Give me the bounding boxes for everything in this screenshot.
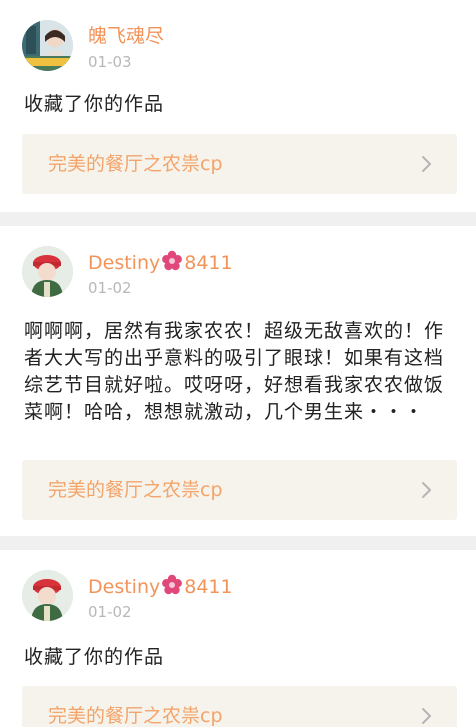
chevron-right-icon [422,708,431,724]
comment-date: 01-02 [88,603,132,621]
comment-text: 收藏了你的作品 [24,646,165,668]
chevron-right-icon [422,482,431,498]
comment-feed: 魄飞魂尽 01-03 收藏了你的作品 完美的餐厅之农祟cp Destiny 84… [0,0,476,727]
comment-date: 01-03 [88,53,132,71]
username-prefix: Destiny [88,576,161,598]
user-avatar[interactable] [22,20,73,71]
comment-date: 01-02 [88,279,132,297]
comment-card: 魄飞魂尽 01-03 收藏了你的作品 完美的餐厅之农祟cp [0,0,476,212]
work-link[interactable]: 完美的餐厅之农祟cp [22,134,457,194]
flower-icon [161,250,183,278]
user-avatar[interactable] [22,570,73,621]
work-title: 完美的餐厅之农祟cp [48,705,223,727]
chevron-right-icon [422,156,431,172]
comment-text: 啊啊啊，居然有我家农农！超级无敌喜欢的！作者大大写的出乎意料的吸引了眼球！如果有… [24,320,445,423]
work-link[interactable]: 完美的餐厅之农祟cp [22,686,457,727]
comment-text: 收藏了你的作品 [24,93,165,115]
flower-icon [161,574,183,602]
username-suffix: 8411 [184,576,233,598]
username[interactable]: Destiny 8411 [88,574,233,602]
comment-card: Destiny 8411 01-02 啊啊啊，居然有我家农农！超级无敌喜欢的！作… [0,226,476,536]
username[interactable]: Destiny 8411 [88,250,233,278]
work-link[interactable]: 完美的餐厅之农祟cp [22,460,457,520]
work-title: 完美的餐厅之农祟cp [48,479,223,501]
username[interactable]: 魄飞魂尽 [88,24,164,48]
work-title: 完美的餐厅之农祟cp [48,153,223,175]
comment-card: Destiny 8411 01-02 收藏了你的作品 完美的餐厅之农祟cp [0,550,476,727]
username-prefix: Destiny [88,252,161,274]
user-avatar[interactable] [22,246,73,297]
username-suffix: 8411 [184,252,233,274]
